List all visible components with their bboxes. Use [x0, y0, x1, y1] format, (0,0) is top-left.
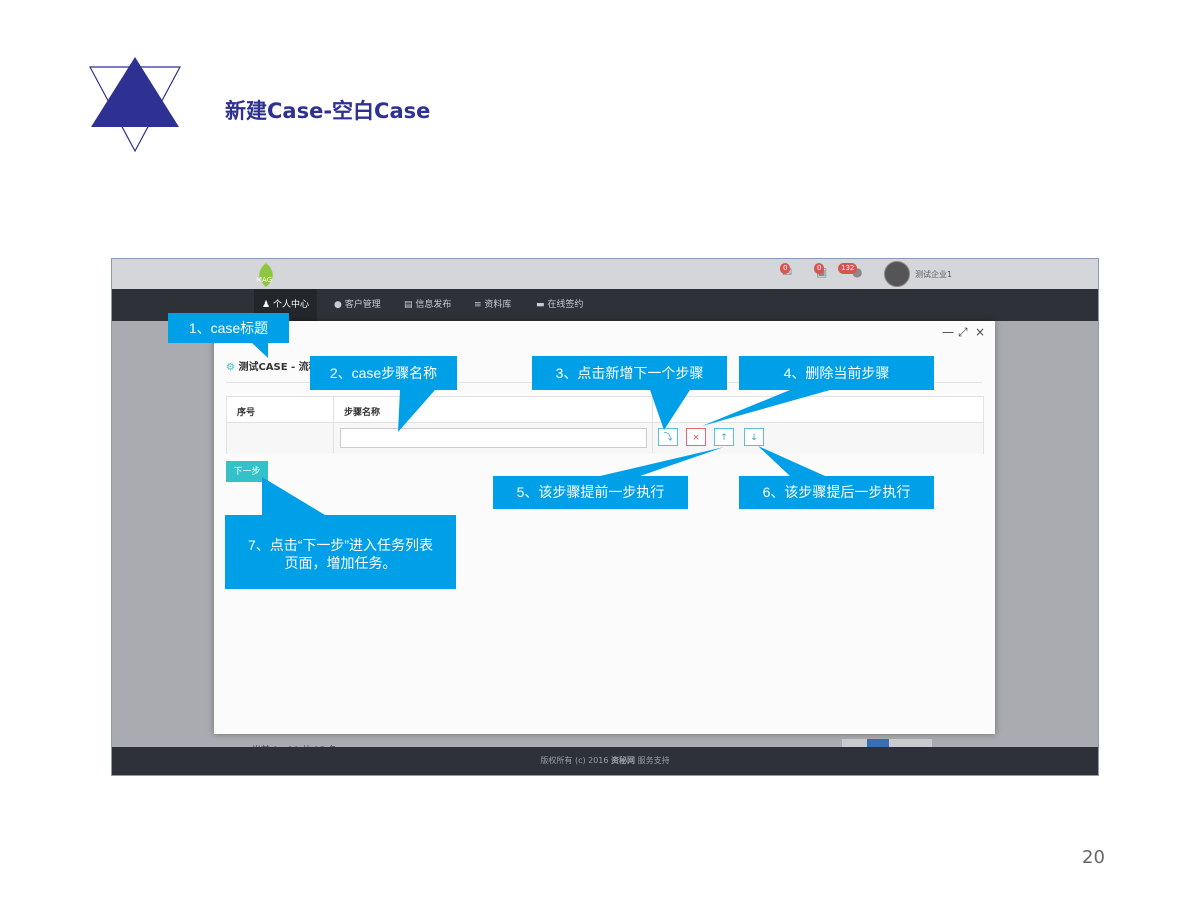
divider — [333, 397, 334, 453]
pagination-active[interactable] — [867, 739, 889, 747]
background-pagination — [842, 739, 932, 747]
svg-text:MAG: MAG — [256, 276, 272, 284]
step-name-input[interactable] — [340, 428, 647, 448]
credits-badge: 132 — [838, 263, 858, 274]
nav-item-customer-management[interactable]: ● 客户管理 — [334, 289, 381, 321]
next-step-button[interactable]: 下一步 — [226, 461, 268, 482]
callout-delete-step: 4、删除当前步骤 — [739, 356, 934, 390]
nav-item-label: 客户管理 — [344, 300, 381, 310]
briefcase-icon: ▬ — [536, 300, 545, 310]
footer-prefix: 版权所有 (c) 2016 — [540, 756, 612, 765]
chat-icon: ● — [334, 300, 342, 310]
company-name[interactable]: 测试企业1 — [915, 269, 952, 280]
modal-title: ⚙ 测试CASE - 流程 — [226, 358, 319, 373]
nav-item-label: 个人中心 — [272, 300, 309, 310]
column-header-step-name: 步骤名称 — [344, 408, 381, 418]
gear-icon: ⚙ — [226, 362, 235, 373]
delete-step-button[interactable]: × — [686, 428, 706, 446]
minimize-icon[interactable]: — — [942, 325, 954, 339]
move-down-button[interactable]: ↓ — [744, 428, 764, 446]
callout-case-title: 1、case标题 — [168, 313, 289, 343]
nav-item-info-publish[interactable]: ▤ 信息发布 — [404, 289, 451, 321]
callout-step-name: 2、case步骤名称 — [310, 356, 457, 390]
nav-item-label: 在线签约 — [547, 300, 584, 310]
callout-move-up: 5、该步骤提前一步执行 — [493, 476, 688, 509]
callout-move-down: 6、该步骤提后一步执行 — [739, 476, 934, 509]
footer-brand[interactable]: 资秘网 — [611, 756, 635, 765]
callout-add-step: 3、点击新增下一个步骤 — [532, 356, 727, 390]
close-icon[interactable]: × — [975, 325, 985, 339]
user-icon: ♟ — [262, 300, 271, 310]
slide-title: 新建Case-空白Case — [225, 99, 431, 123]
app-top-bar: MAG ✉ 0 ▣ 0 ● 132 测试企业1 — [112, 259, 1098, 289]
triangle-logo-icon — [88, 57, 182, 153]
add-step-button[interactable]: ⤵ — [658, 428, 678, 446]
nav-item-label: 资料库 — [484, 300, 512, 310]
database-icon: ≡ — [474, 300, 482, 310]
move-up-button[interactable]: ↑ — [714, 428, 734, 446]
column-header-index: 序号 — [237, 408, 256, 418]
case-title-text: 测试CASE - 流程 — [238, 362, 319, 373]
nav-item-database[interactable]: ≡ 资料库 — [474, 289, 511, 321]
document-icon: ▤ — [404, 300, 413, 310]
callout-next-step-line1: 7、点击“下一步”进入任务列表 — [247, 537, 434, 553]
nav-item-label: 信息发布 — [415, 300, 452, 310]
footer-suffix: 服务支持 — [635, 756, 670, 765]
step-table: 序号 步骤名称 ⤵ × ↑ ↓ — [226, 396, 984, 454]
callout-next-step-line2: 页面，增加任务。 — [284, 555, 397, 571]
page-number: 20 — [1082, 847, 1105, 868]
avatar[interactable] — [884, 261, 910, 287]
leaf-logo-icon: MAG — [256, 263, 273, 287]
maximize-icon[interactable]: ⤢ — [958, 325, 968, 340]
divider — [652, 397, 653, 453]
callout-next-step: 7、点击“下一步”进入任务列表 页面，增加任务。 — [225, 515, 456, 589]
nav-item-online-signing[interactable]: ▬ 在线签约 — [536, 289, 583, 321]
app-footer: 版权所有 (c) 2016 资秘网 服务支持 — [112, 747, 1098, 775]
